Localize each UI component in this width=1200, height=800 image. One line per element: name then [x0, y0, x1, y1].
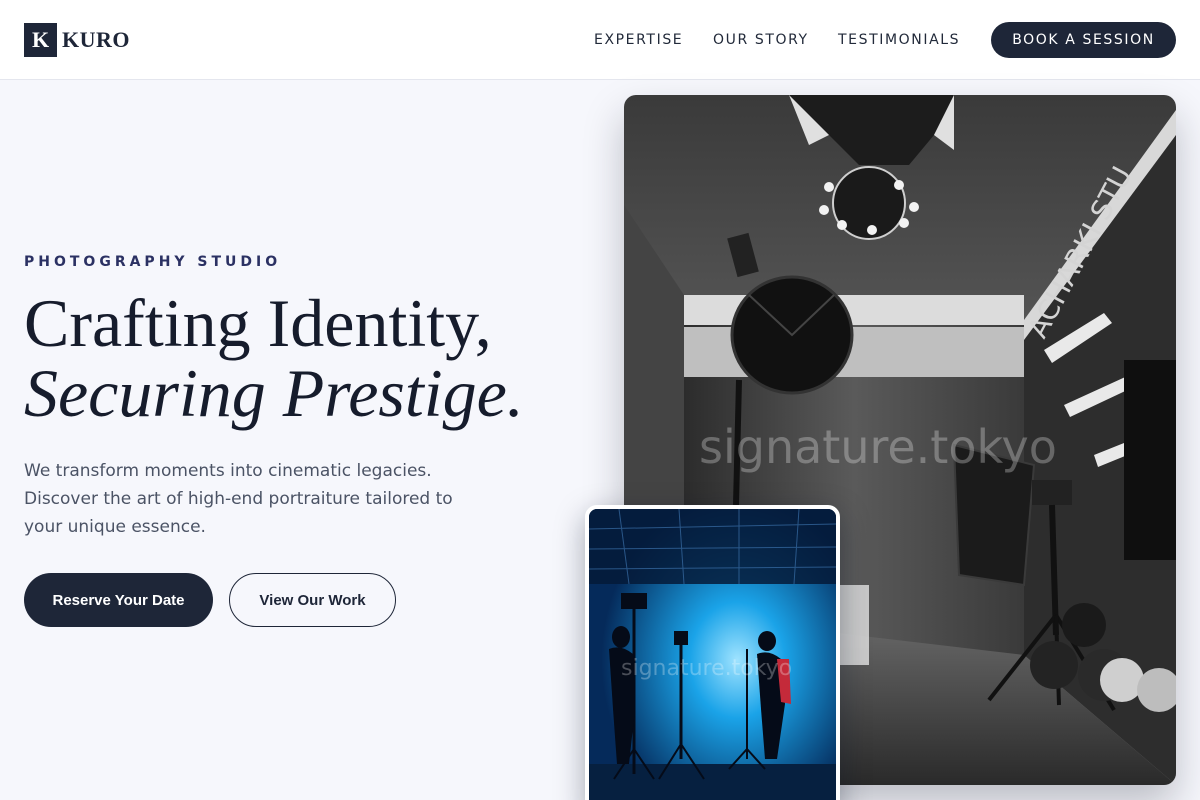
- brand-name: KURO: [62, 27, 130, 52]
- reserve-date-button[interactable]: Reserve Your Date: [24, 573, 213, 627]
- inset-photo: signature.tokyo: [585, 505, 840, 800]
- nav-item-expertise[interactable]: EXPERTISE: [594, 30, 683, 50]
- nav-item-our-story[interactable]: OUR STORY: [713, 30, 809, 50]
- book-session-button[interactable]: BOOK A SESSION: [991, 22, 1176, 58]
- logo-mark-icon: K: [24, 23, 57, 57]
- headline-line-1: Crafting Identity,: [24, 285, 492, 361]
- main-watermark: signature.tokyo: [699, 420, 1057, 474]
- view-work-button[interactable]: View Our Work: [229, 573, 396, 627]
- nav-item-testimonials[interactable]: TESTIMONIALS: [838, 30, 960, 50]
- brand-logo[interactable]: K KURO: [24, 23, 130, 57]
- headline-line-2: Securing Prestige.: [24, 355, 524, 431]
- site-header: K KURO EXPERTISE OUR STORY TESTIMONIALS …: [0, 0, 1200, 80]
- hero-description: We transform moments into cinematic lega…: [24, 461, 453, 537]
- inset-watermark: signature.tokyo: [621, 656, 792, 681]
- hero-eyebrow: PHOTOGRAPHY STUDIO: [24, 254, 282, 270]
- hero-headline: Crafting Identity, Securing Prestige.: [24, 288, 524, 428]
